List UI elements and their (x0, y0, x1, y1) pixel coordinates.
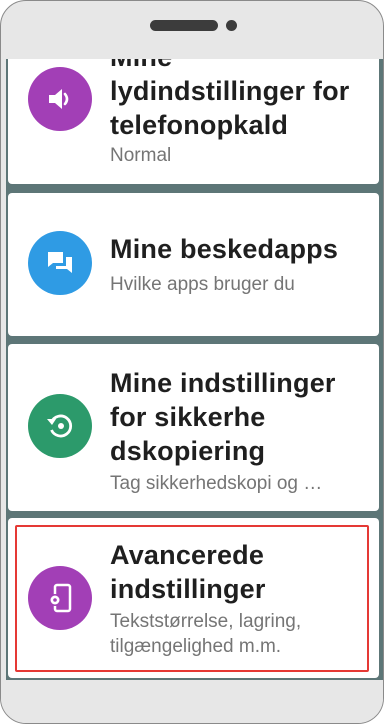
settings-item-title: Mine lydindstillinger for telefonopkald (110, 59, 350, 140)
backup-restore-icon (47, 414, 72, 438)
settings-item-advanced[interactable]: Avancerede indstillinger Tekststørrelse,… (8, 518, 379, 678)
settings-item-subtitle: Normal (110, 145, 172, 166)
speaker-grille (150, 20, 218, 31)
speaker-volume-icon (49, 89, 69, 109)
settings-item-title: Mine beskedapps (110, 234, 339, 264)
call-sound-icon-badge (28, 67, 92, 131)
settings-item-subtitle: Tekststørrelse, lagring, tilgængelighed … (110, 611, 302, 657)
backup-icon-badge (28, 394, 92, 458)
settings-item-subtitle: Tag sikkerhedskopi og … (110, 473, 323, 494)
front-camera (226, 20, 237, 31)
settings-item-title: Avancerede indstillinger (110, 540, 266, 604)
messaging-icon-badge (28, 231, 92, 295)
phone-settings-icon (49, 583, 72, 613)
phone-frame: Mine lydindstillinger for telefonopkald … (0, 0, 384, 724)
settings-item-call-sound[interactable]: Mine lydindstillinger for telefonopkald … (8, 59, 379, 184)
settings-item-title: Mine indstillinger for sikkerhe dskopier… (110, 368, 336, 466)
chat-bubbles-icon (48, 252, 72, 273)
advanced-settings-icon-badge (28, 566, 92, 630)
bottom-bezel (1, 687, 383, 723)
settings-item-messaging-apps[interactable]: Mine beskedapps Hvilke apps bruger du (8, 193, 379, 336)
settings-item-subtitle: Hvilke apps bruger du (110, 274, 295, 295)
settings-list[interactable]: Mine lydindstillinger for telefonopkald … (6, 59, 383, 680)
settings-item-backup[interactable]: Mine indstillinger for sikkerhe dskopier… (8, 344, 379, 511)
